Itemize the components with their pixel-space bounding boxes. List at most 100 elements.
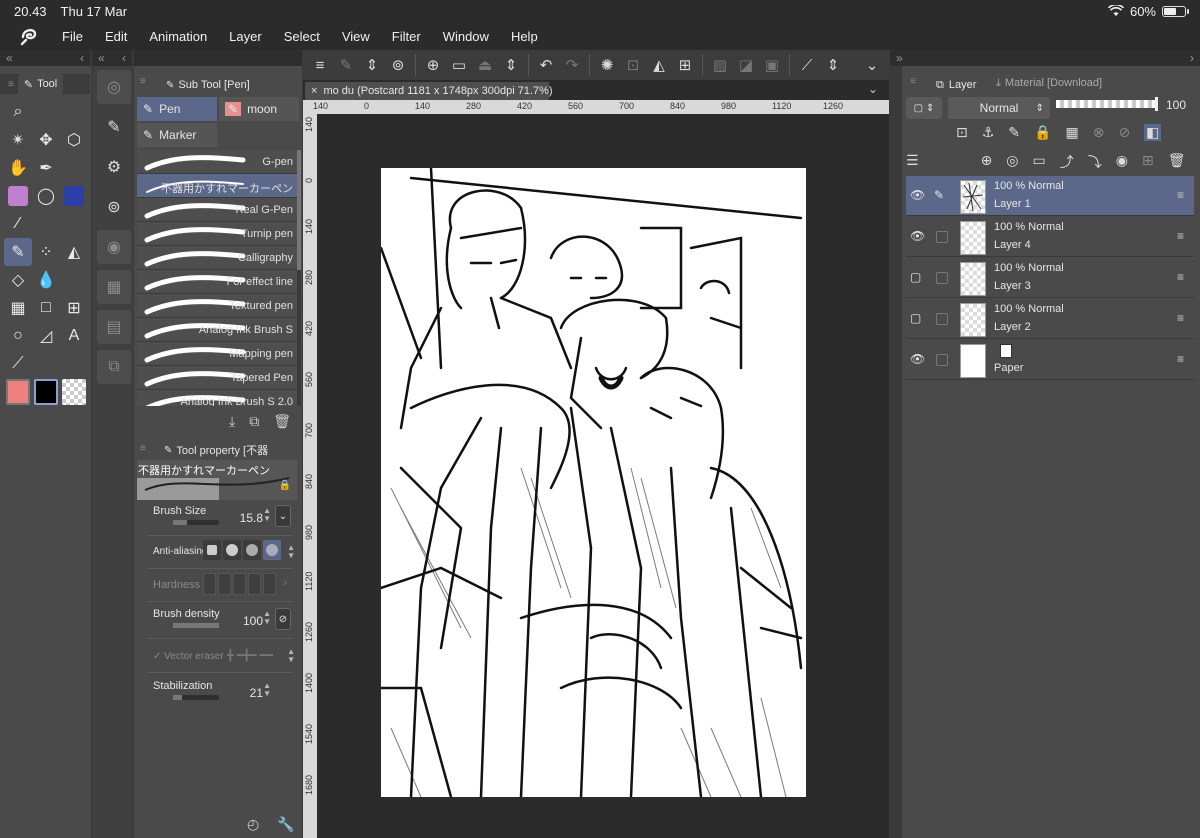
material-tab[interactable]: ⤓ Material [Download] bbox=[990, 76, 1109, 90]
document-tab[interactable]: × mo du (Postcard 1181 x 1748px 300dpi 7… bbox=[305, 82, 553, 100]
navigator-icon[interactable]: ◎ bbox=[97, 70, 131, 104]
chevron-left-icon[interactable]: ‹ bbox=[122, 51, 126, 65]
lasso-select-icon[interactable]: ⊚ bbox=[389, 56, 407, 74]
chevron-updown-icon[interactable]: ⇕ bbox=[502, 56, 520, 74]
aa-weak-option[interactable] bbox=[223, 540, 241, 560]
transfer-layer-icon[interactable]: ⤴ bbox=[1060, 152, 1074, 172]
text-tool-icon[interactable]: A bbox=[60, 322, 88, 350]
collapse-left-icon[interactable]: « bbox=[6, 51, 13, 65]
brush-density-value[interactable]: 100 bbox=[243, 614, 263, 628]
brush-item[interactable]: Turnip pen bbox=[137, 222, 297, 246]
ruler-icon[interactable]: ⊘ bbox=[1118, 124, 1130, 141]
open-folder-icon[interactable]: ▭ bbox=[450, 56, 468, 74]
group-pen[interactable]: ✎ Pen bbox=[137, 97, 217, 121]
chevron-down-icon[interactable]: ⌄ bbox=[863, 56, 881, 74]
aa-none-option[interactable] bbox=[203, 540, 221, 560]
layer-list-icon[interactable]: ☰ bbox=[906, 152, 919, 172]
chevron-updown-icon[interactable]: ⇕ bbox=[363, 56, 381, 74]
pencil-icon[interactable]: ✎ bbox=[934, 188, 944, 202]
undo-icon[interactable]: ↶ bbox=[537, 56, 555, 74]
subtool-panel-icon[interactable]: ✎ bbox=[97, 110, 131, 144]
redo-icon[interactable]: ↷ bbox=[563, 56, 581, 74]
correct-line-icon[interactable]: ⟋ bbox=[4, 350, 32, 378]
collapse-right-icon[interactable]: » bbox=[896, 51, 903, 65]
layer-color-button[interactable]: ▢ ⇕ bbox=[906, 97, 942, 119]
blend-tool-icon[interactable]: 💧 bbox=[32, 266, 60, 294]
subtool-tab[interactable]: ✎ Sub Tool [Pen] bbox=[158, 76, 258, 94]
layer-row[interactable]: 👁 ✎ 100 % Normal Layer 1 ≡ bbox=[906, 176, 1194, 216]
operation-tool-icon[interactable]: ✴ bbox=[4, 126, 32, 154]
aa-medium-option[interactable] bbox=[243, 540, 261, 560]
draft-layer-icon[interactable]: ✎ bbox=[1008, 124, 1020, 141]
tool-tab[interactable]: ✎ Tool bbox=[17, 74, 64, 94]
fill-bucket-icon[interactable]: ◭ bbox=[60, 238, 88, 266]
brush-size-slider[interactable] bbox=[173, 520, 219, 525]
layer-row[interactable]: 👁 Paper ≡ bbox=[906, 340, 1194, 380]
fill-icon[interactable]: ◭ bbox=[650, 56, 668, 74]
brush-item[interactable]: Tapered Pen bbox=[137, 366, 297, 390]
rectangle-tool-icon[interactable]: □ bbox=[32, 294, 60, 322]
eye-icon[interactable]: 👁 bbox=[910, 352, 926, 366]
tool-property-tab[interactable]: ✎ Tool property [不器 bbox=[158, 441, 270, 459]
brush-density-stepper[interactable]: ▲ ▼ bbox=[263, 610, 271, 626]
brush-item[interactable]: Textured pen bbox=[137, 294, 297, 318]
pen-nib-icon[interactable]: ✒ bbox=[32, 154, 60, 182]
collapse-icon[interactable]: « bbox=[98, 51, 105, 65]
layer-property-icon[interactable]: ⧉ bbox=[97, 350, 131, 384]
stabilization-value[interactable]: 21 bbox=[250, 686, 263, 700]
eye-hidden-icon[interactable]: ▢ bbox=[910, 270, 926, 284]
duplicate-icon[interactable]: ⧉ bbox=[249, 413, 259, 430]
chevron-down-icon[interactable]: ⌄ bbox=[868, 82, 878, 96]
layer-tab[interactable]: ⧉ Layer bbox=[930, 76, 983, 94]
panel-menu-icon[interactable]: ≡ bbox=[910, 76, 916, 87]
vector-eraser-options[interactable]: ╋ ━╋━ ━━ bbox=[227, 649, 273, 662]
trash-icon[interactable]: 🗑 bbox=[273, 413, 291, 430]
brush-item[interactable]: Analog Ink Brush S bbox=[137, 318, 297, 342]
lock-icon[interactable]: 🔒 bbox=[279, 480, 291, 491]
chevron-updown-icon[interactable]: ⇕ bbox=[824, 56, 842, 74]
layer-row[interactable]: ▢ 100 % Normal Layer 2 ≡ bbox=[906, 299, 1194, 339]
invert-selection-icon[interactable]: ◪ bbox=[737, 56, 755, 74]
loading-icon[interactable]: ✺ bbox=[598, 56, 616, 74]
menu-animation[interactable]: Animation bbox=[149, 29, 207, 44]
lock-transparency-icon[interactable]: ▦ bbox=[1065, 124, 1078, 141]
chevron-right-icon[interactable]: › bbox=[1190, 51, 1194, 65]
new-raster-layer-icon[interactable]: ⊕ bbox=[981, 152, 993, 172]
layer-menu-icon[interactable]: ≡ bbox=[1177, 352, 1184, 366]
lasso-tool-icon[interactable]: ◯ bbox=[32, 182, 60, 210]
trash-icon[interactable]: 🗑 bbox=[1168, 152, 1186, 172]
brush-item[interactable]: 不器用かすれマーカーペン bbox=[137, 174, 297, 198]
mask-layer-icon[interactable]: ◉ bbox=[1116, 152, 1128, 172]
flower-material-icon[interactable] bbox=[4, 182, 32, 210]
opacity-value[interactable]: 100 bbox=[1166, 98, 1186, 112]
layer-menu-icon[interactable]: ≡ bbox=[1177, 270, 1184, 284]
layer-menu-icon[interactable]: ≡ bbox=[1177, 229, 1184, 243]
aa-stepper[interactable]: ▲ ▼ bbox=[287, 544, 295, 560]
menu-edit[interactable]: Edit bbox=[105, 29, 127, 44]
transparent-color-swatch[interactable] bbox=[60, 378, 88, 406]
layer-menu-icon[interactable]: ≡ bbox=[1177, 188, 1184, 202]
brush-item[interactable]: Mapping pen bbox=[137, 342, 297, 366]
new-file-icon[interactable]: ⊕ bbox=[424, 56, 442, 74]
layer-row[interactable]: ▢ 100 % Normal Layer 3 ≡ bbox=[906, 258, 1194, 298]
eye-icon[interactable]: 👁 bbox=[910, 229, 926, 243]
drawing-canvas[interactable] bbox=[381, 168, 806, 797]
color-wheel-icon[interactable]: ◉ bbox=[97, 230, 131, 264]
selection-border-icon[interactable]: ▣ bbox=[763, 56, 781, 74]
brush-item[interactable]: For effect line bbox=[137, 270, 297, 294]
mask-icon[interactable]: ⊗ bbox=[1093, 124, 1105, 141]
group-moon[interactable]: ✎ moon bbox=[219, 97, 299, 121]
lock-icon[interactable]: 🔒 bbox=[1034, 124, 1051, 141]
eye-icon[interactable]: 👁 bbox=[910, 188, 926, 202]
brush-size-icon[interactable]: ⊚ bbox=[97, 190, 131, 224]
panel-menu-icon[interactable]: ≡ bbox=[140, 76, 146, 87]
edit-icon[interactable]: ✎ bbox=[337, 56, 355, 74]
clip-layer-icon[interactable]: ⊡ bbox=[956, 124, 968, 141]
close-icon[interactable]: × bbox=[311, 85, 317, 97]
layer-checkbox[interactable] bbox=[936, 231, 948, 243]
clear-selection-icon[interactable]: ▨ bbox=[711, 56, 729, 74]
panel-menu-icon[interactable]: ≡ bbox=[140, 443, 146, 454]
balloon-tool-icon[interactable]: ○ bbox=[4, 322, 32, 350]
vector-eraser-checkbox[interactable]: ✓ Vector eraser bbox=[153, 651, 224, 662]
panel-menu-icon[interactable]: ≡ bbox=[8, 79, 14, 90]
